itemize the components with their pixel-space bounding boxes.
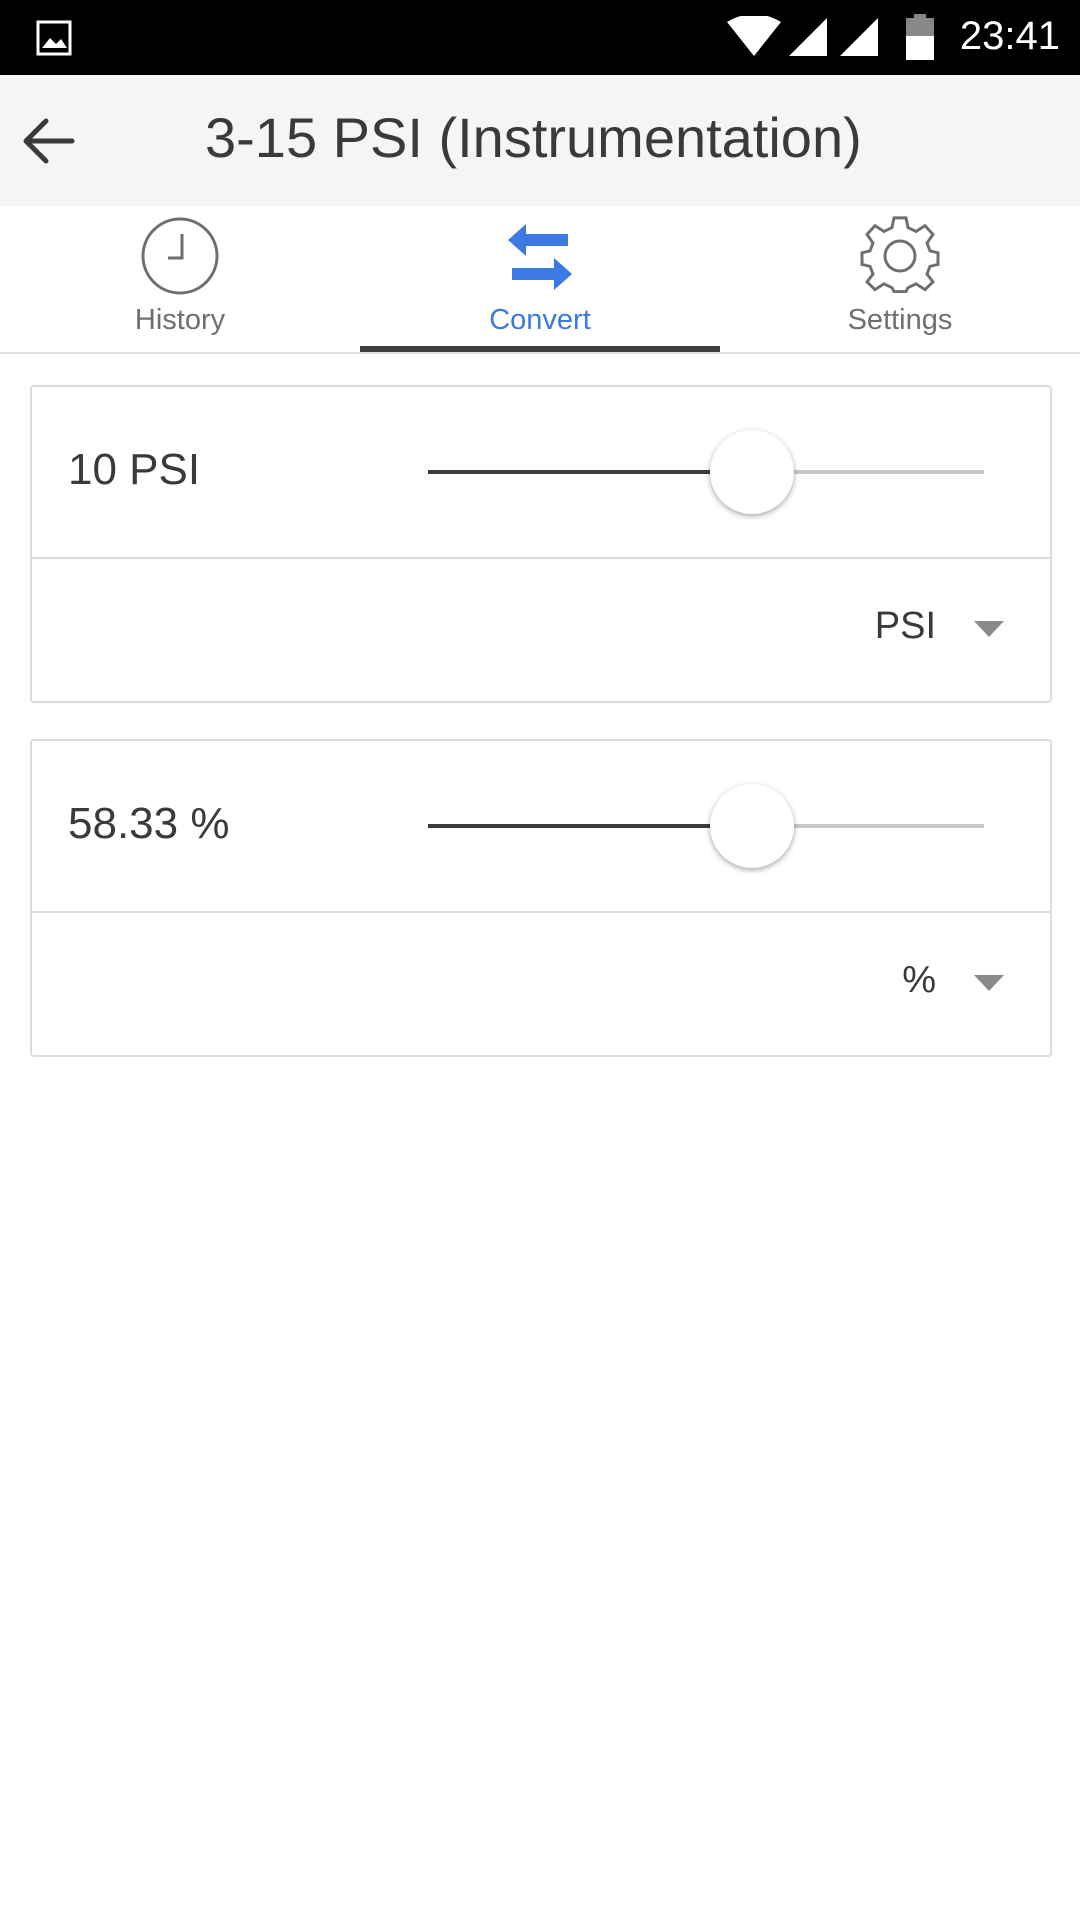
input-row: 10 PSI [32, 387, 1050, 559]
output-unit-row[interactable]: % [32, 913, 1050, 1053]
slider-thumb[interactable] [710, 784, 794, 868]
gear-icon [860, 216, 940, 294]
dropdown-arrow-icon[interactable] [974, 621, 1004, 637]
slider-fill [428, 470, 752, 474]
signal-icon [789, 18, 827, 56]
app-bar: 3-15 PSI (Instrumentation) [0, 75, 1080, 206]
status-time: 23:41 [959, 14, 1060, 58]
output-slider[interactable] [428, 781, 984, 871]
tab-settings-label: Settings [847, 304, 953, 336]
battery-icon [906, 14, 934, 60]
tab-convert[interactable]: Convert [360, 206, 720, 352]
output-value[interactable]: 58.33 % [68, 799, 229, 849]
swap-arrows-icon [508, 224, 572, 290]
active-tab-indicator [360, 346, 720, 352]
input-unit-row[interactable]: PSI [32, 559, 1050, 699]
output-card: 58.33 % % [30, 739, 1052, 1057]
output-unit-select[interactable]: % [902, 959, 936, 1002]
input-slider[interactable] [428, 427, 984, 517]
tab-bar: History Convert Settings [0, 206, 1080, 354]
tab-settings[interactable]: Settings [720, 206, 1080, 352]
tab-history[interactable]: History [0, 206, 360, 352]
page-title: 3-15 PSI (Instrumentation) [205, 106, 862, 169]
input-unit-select[interactable]: PSI [875, 605, 936, 648]
output-row: 58.33 % [32, 741, 1050, 913]
tab-convert-label: Convert [489, 304, 591, 336]
slider-thumb[interactable] [710, 430, 794, 514]
input-value[interactable]: 10 PSI [68, 445, 200, 495]
slider-fill [428, 824, 752, 828]
clock-icon [141, 217, 219, 295]
gallery-icon [36, 20, 72, 56]
dropdown-arrow-icon[interactable] [974, 975, 1004, 991]
tab-history-label: History [134, 304, 226, 336]
arrow-back-icon[interactable] [18, 111, 78, 171]
input-card: 10 PSI PSI [30, 385, 1052, 703]
wifi-icon [727, 16, 781, 56]
signal-icon [840, 18, 878, 56]
status-bar: 23:41 [0, 0, 1080, 75]
